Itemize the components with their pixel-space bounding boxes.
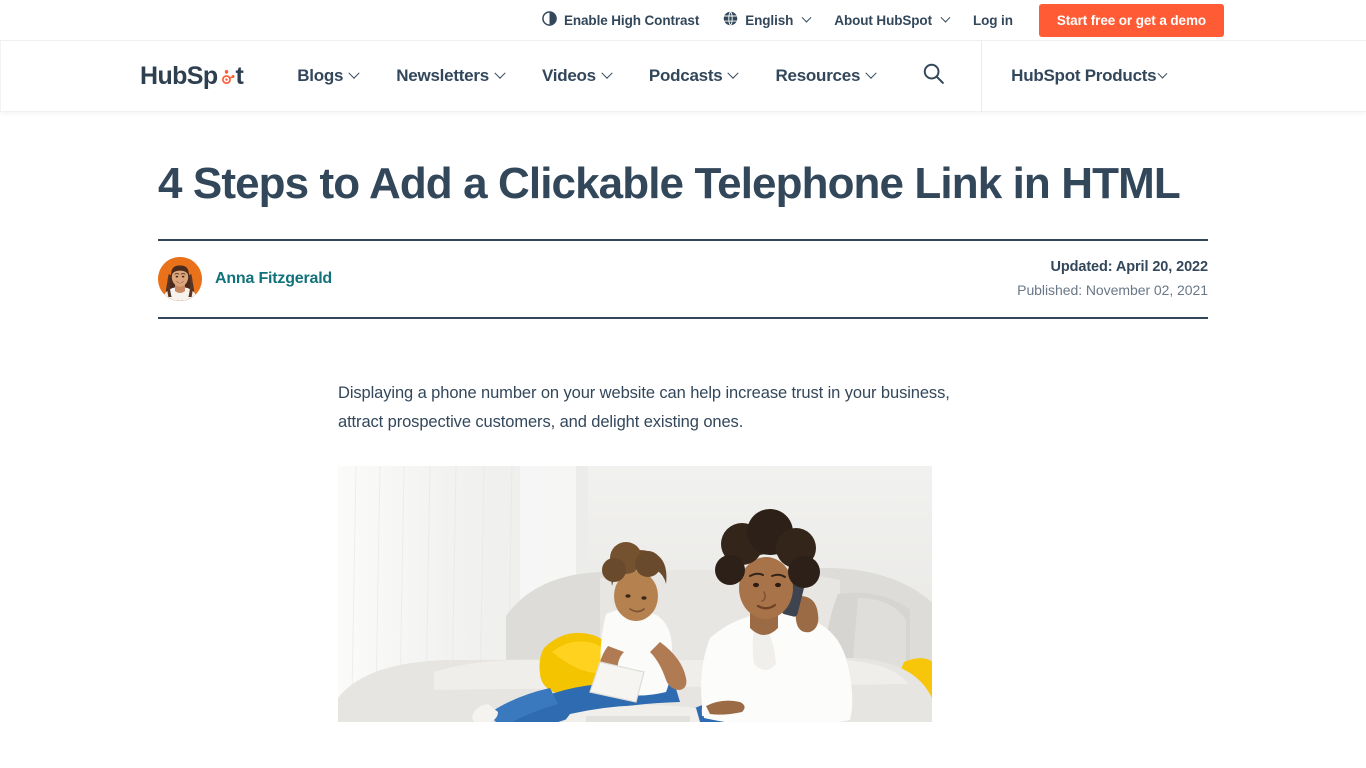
globe-icon — [723, 11, 738, 29]
language-selector[interactable]: English — [723, 11, 812, 29]
page-title: 4 Steps to Add a Clickable Telephone Lin… — [158, 159, 1181, 208]
nav-items: Blogs Newsletters Videos Podcasts Resour… — [297, 66, 913, 86]
utility-bar: Enable High Contrast English About HubSp… — [0, 0, 1366, 41]
logo-text-before: HubSp — [140, 61, 218, 90]
chevron-down-icon — [1157, 68, 1168, 79]
nav-divider — [981, 40, 983, 112]
author-link[interactable]: Anna Fitzgerald — [158, 256, 333, 301]
nav-item-newsletters[interactable]: Newsletters — [396, 66, 506, 86]
byline: Anna Fitzgerald Updated: April 20, 2022 … — [158, 238, 1208, 319]
nav-products-label: HubSpot Products — [1011, 66, 1157, 85]
nav-item-hubspot-products[interactable]: HubSpot Products — [1011, 66, 1168, 86]
chevron-down-icon — [865, 67, 877, 79]
start-free-cta-button[interactable]: Start free or get a demo — [1038, 3, 1224, 37]
hubspot-logo[interactable]: HubSp t — [140, 61, 244, 91]
hero-image — [338, 466, 932, 723]
chevron-down-icon — [727, 67, 740, 79]
post-dates: Updated: April 20, 2022 Published: Novem… — [1017, 256, 1208, 302]
main-navigation: HubSp t Blogs Newsletters Videos Podcast… — [0, 40, 1366, 112]
article-header: 4 Steps to Add a Clickable Telephone Lin… — [0, 154, 1366, 319]
nav-left-edge — [0, 41, 1, 111]
chevron-down-icon — [801, 12, 812, 23]
chevron-down-icon — [940, 12, 951, 23]
nav-item-podcasts[interactable]: Podcasts — [648, 66, 740, 86]
search-icon — [921, 61, 946, 91]
language-label: English — [745, 12, 794, 28]
chevron-down-icon — [494, 67, 506, 79]
nav-item-label: Newsletters — [396, 66, 489, 85]
nav-item-label: Podcasts — [648, 66, 723, 85]
chevron-down-icon — [348, 67, 360, 79]
post-body: Displaying a phone number on your websit… — [0, 379, 1366, 723]
nav-item-blogs[interactable]: Blogs — [297, 66, 360, 86]
high-contrast-label: Enable High Contrast — [563, 12, 700, 28]
lede-paragraph: Displaying a phone number on your websit… — [338, 383, 950, 431]
login-link[interactable]: Log in — [973, 13, 1013, 28]
chevron-down-icon — [601, 67, 613, 79]
author-name: Anna Fitzgerald — [215, 269, 333, 287]
hubspot-sprocket-icon — [218, 69, 235, 87]
search-button[interactable] — [913, 56, 953, 96]
about-hubspot-menu[interactable]: About HubSpot — [834, 12, 951, 28]
high-contrast-toggle[interactable]: Enable High Contrast — [542, 11, 699, 29]
login-label: Log in — [972, 12, 1013, 28]
contrast-icon — [542, 11, 557, 29]
nav-item-label: Blogs — [297, 66, 344, 85]
nav-item-label: Resources — [775, 66, 861, 85]
nav-item-resources[interactable]: Resources — [775, 66, 877, 86]
logo-text-after: t — [235, 61, 244, 90]
nav-item-videos[interactable]: Videos — [541, 66, 613, 86]
published-date: Published: November 02, 2021 — [1017, 282, 1208, 299]
updated-date: Updated: April 20, 2022 — [1050, 258, 1208, 275]
nav-item-label: Videos — [541, 66, 596, 85]
about-hubspot-label: About HubSpot — [834, 12, 932, 28]
avatar — [158, 256, 202, 301]
